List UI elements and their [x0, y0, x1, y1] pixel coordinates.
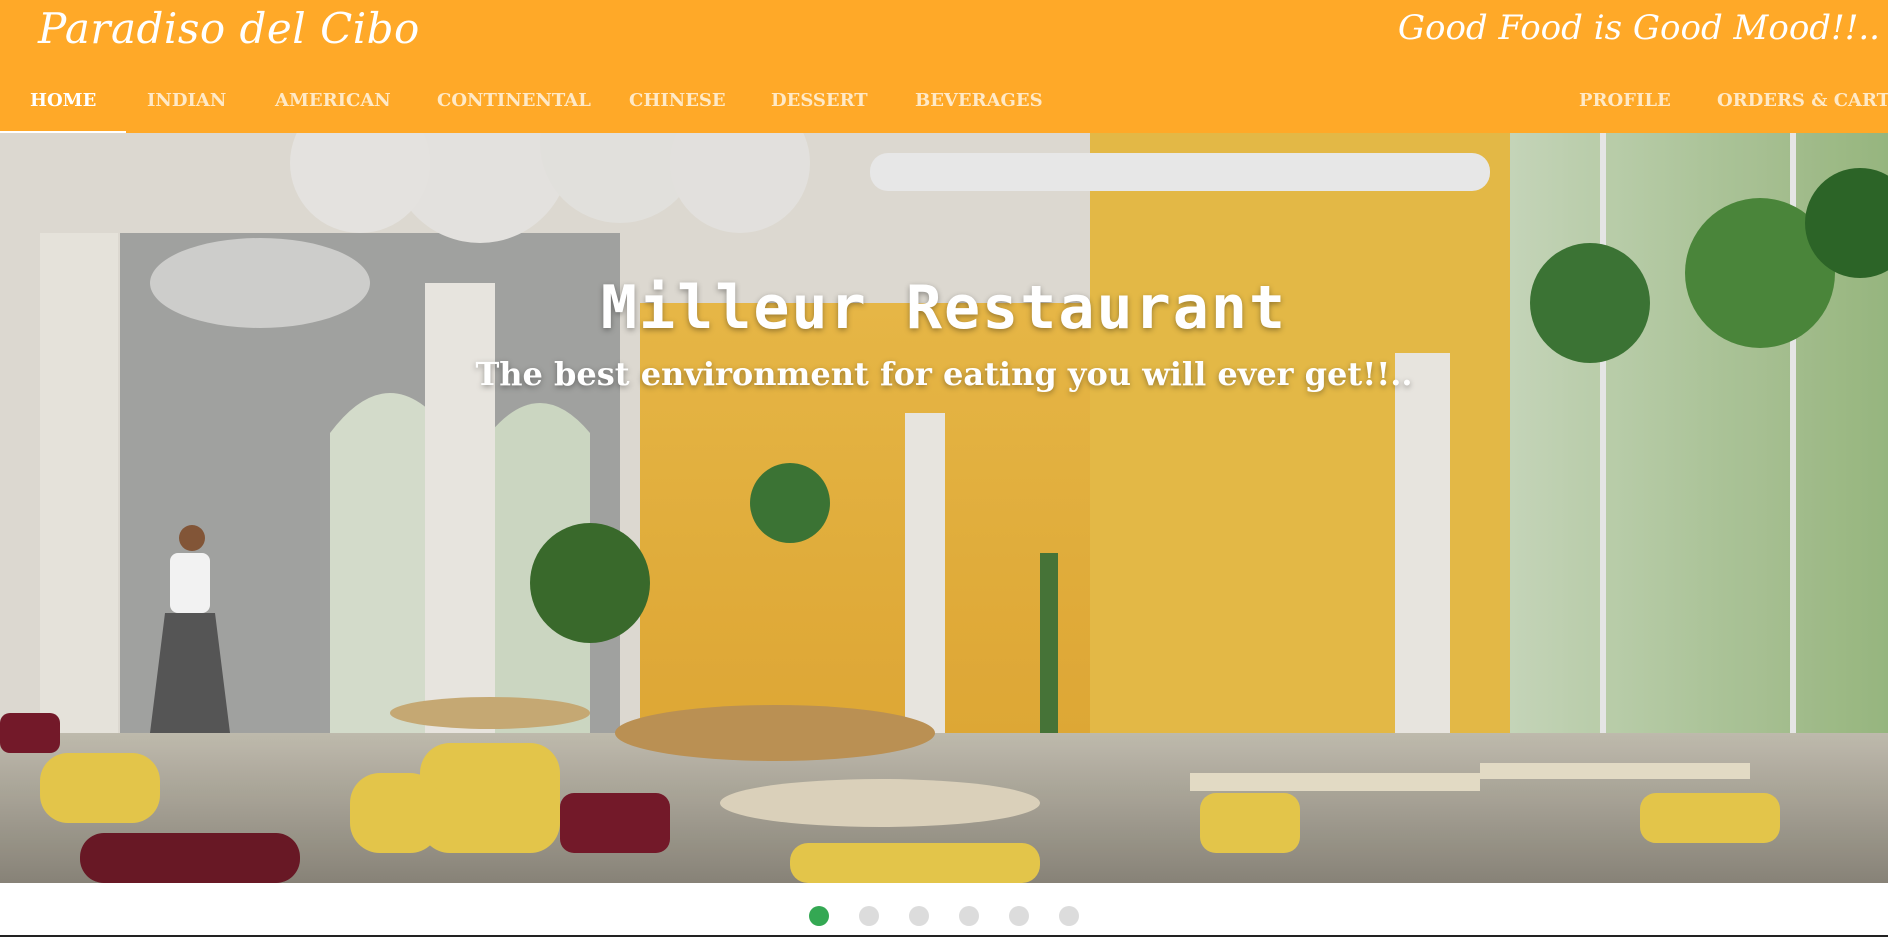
main-nav: HOME INDIAN AMERICAN CONTINENTAL CHINESE… [0, 80, 1888, 133]
carousel-dot-5[interactable] [1009, 906, 1029, 926]
nav-indian[interactable]: INDIAN [147, 80, 226, 133]
brand-logo[interactable]: Paradiso del Cibo [38, 4, 420, 53]
carousel-dot-6[interactable] [1059, 906, 1079, 926]
top-header: Paradiso del Cibo Good Food is Good Mood… [0, 0, 1888, 133]
nav-beverages[interactable]: BEVERAGES [915, 80, 1043, 133]
nav-home[interactable]: HOME [0, 80, 127, 133]
tagline: Good Food is Good Mood!!.. [1397, 8, 1880, 48]
nav-chinese[interactable]: CHINESE [629, 80, 726, 133]
hero-title: Milleur Restaurant [600, 273, 1288, 343]
hero-subtitle: The best environment for eating you will… [475, 355, 1413, 393]
nav-dessert[interactable]: DESSERT [771, 80, 868, 133]
carousel-indicators [0, 906, 1888, 926]
carousel-dot-4[interactable] [959, 906, 979, 926]
nav-profile[interactable]: PROFILE [1579, 80, 1671, 133]
carousel-dot-1[interactable] [809, 906, 829, 926]
nav-american[interactable]: AMERICAN [275, 80, 391, 133]
hero-carousel-slide: Milleur Restaurant The best environment … [0, 133, 1888, 883]
carousel-dot-2[interactable] [859, 906, 879, 926]
nav-continental[interactable]: CONTINENTAL [437, 80, 591, 133]
nav-orders-cart[interactable]: ORDERS & CART [1717, 80, 1888, 133]
restaurant-interior-image [0, 133, 1888, 883]
carousel-dot-3[interactable] [909, 906, 929, 926]
